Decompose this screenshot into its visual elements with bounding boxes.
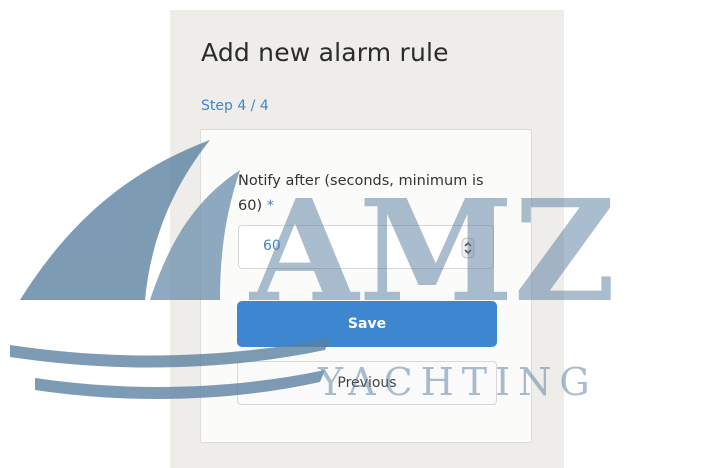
save-button[interactable]: Save — [237, 301, 497, 347]
notify-after-label-text: Notify after (seconds, minimum is 60) — [238, 173, 484, 214]
notify-after-label: Notify after (seconds, minimum is 60) * — [238, 169, 498, 219]
previous-button[interactable]: Previous — [237, 361, 497, 405]
required-marker: * — [266, 198, 274, 214]
page-title: Add new alarm rule — [201, 38, 449, 67]
notify-after-input[interactable]: 60 — [238, 225, 494, 269]
notify-after-value: 60 — [263, 238, 281, 254]
spinner-arrows-icon[interactable] — [461, 237, 475, 259]
step-indicator: Step 4 / 4 — [201, 98, 269, 114]
form-card: Notify after (seconds, minimum is 60) * … — [200, 129, 532, 443]
alarm-rule-panel: Add new alarm rule Step 4 / 4 Notify aft… — [170, 10, 564, 468]
